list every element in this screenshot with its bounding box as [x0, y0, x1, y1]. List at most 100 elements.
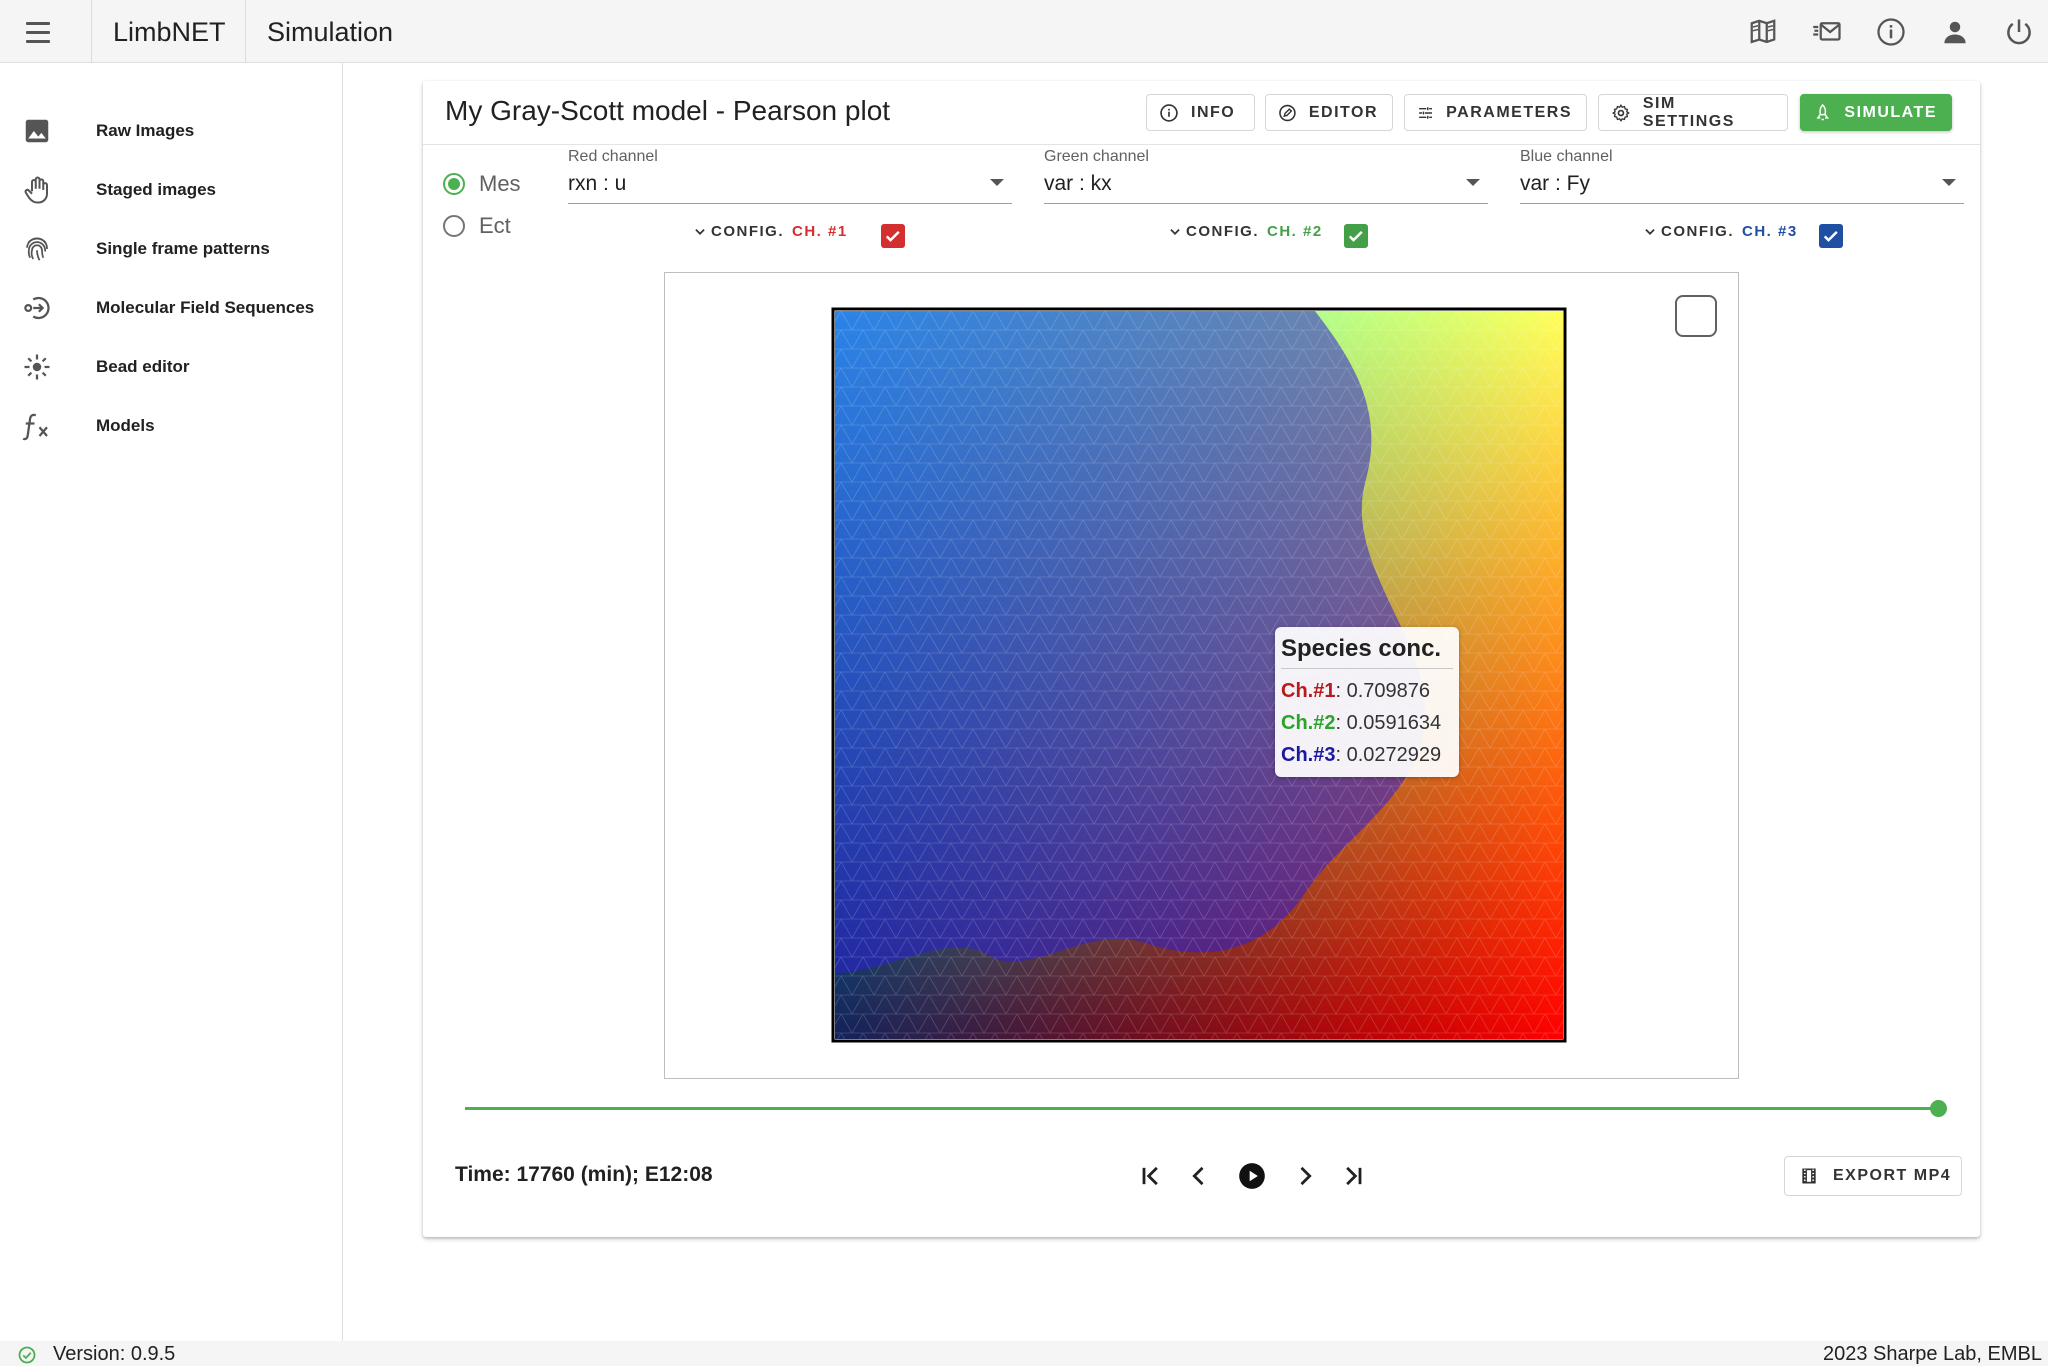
- blue-channel-select[interactable]: Blue channel var : Fy: [1520, 148, 1964, 204]
- select-value: var : Fy: [1520, 172, 1591, 195]
- export-mp4-button[interactable]: EXPORT MP4: [1784, 1156, 1962, 1196]
- chevron-left-icon: [1192, 1166, 1204, 1186]
- tooltip-value: : 0.709876: [1335, 680, 1430, 702]
- ch2-checkbox[interactable]: [1344, 224, 1368, 248]
- select-underline: [1520, 203, 1964, 204]
- export-button-label: EXPORT MP4: [1833, 1167, 1952, 1184]
- info-button[interactable]: INFO: [1146, 94, 1255, 131]
- footer: Version: 0.9.5 2023 Sharpe Lab, EMBL: [0, 1341, 2048, 1366]
- radio-label: Ect: [479, 213, 511, 238]
- channel-number: CH. #1: [792, 223, 848, 240]
- previous-frame-button[interactable]: [1179, 1156, 1219, 1196]
- tissue-radio-mes[interactable]: Mes: [443, 171, 521, 197]
- radio-unchecked-icon: [443, 215, 465, 237]
- rocket-icon: [1816, 103, 1830, 120]
- config-ch3-toggle[interactable]: CONFIG. CH. #3: [1643, 223, 1798, 240]
- time-slider-track[interactable]: [465, 1107, 1936, 1110]
- pearson-plot-frame[interactable]: [664, 272, 1739, 1079]
- tune-icon: [1419, 106, 1433, 119]
- tooltip-value: : 0.0591634: [1335, 712, 1442, 734]
- sidebar-item-label: Molecular Field Sequences: [96, 298, 315, 317]
- sidebar-item-staged-images[interactable]: Staged images: [0, 161, 342, 219]
- menu-icon[interactable]: [14, 10, 62, 54]
- last-frame-button[interactable]: [1333, 1156, 1373, 1196]
- select-label: Blue channel: [1520, 148, 1613, 165]
- sidebar-item-label: Bead editor: [96, 357, 190, 376]
- card-header-divider: [423, 144, 1980, 145]
- tooltip-key: Ch.#3: [1281, 744, 1336, 766]
- play-circle-icon: [1239, 1163, 1265, 1189]
- simulate-button-label: SIMULATE: [1844, 103, 1937, 121]
- sequence-icon: [20, 291, 54, 325]
- play-button[interactable]: [1232, 1156, 1272, 1196]
- check-icon: [885, 230, 900, 242]
- skip-last-icon: [1346, 1166, 1362, 1186]
- sidebar-item-label: Single frame patterns: [96, 239, 270, 258]
- species-conc-tooltip: Species conc. Ch.#1: 0.709876 Ch.#2: 0.0…: [1275, 627, 1459, 777]
- editor-button[interactable]: EDITOR: [1265, 94, 1393, 131]
- config-ch2-toggle[interactable]: CONFIG. CH. #2: [1168, 223, 1323, 240]
- editor-button-label: EDITOR: [1308, 103, 1378, 121]
- check-icon: [1823, 230, 1838, 242]
- mail-icon[interactable]: [1809, 14, 1845, 50]
- ch3-checkbox[interactable]: [1819, 224, 1843, 248]
- ch1-checkbox[interactable]: [881, 224, 905, 248]
- dropdown-arrow-icon: [990, 179, 1004, 186]
- plot-toggle-checkbox[interactable]: [1675, 295, 1717, 337]
- parameters-button-label: PARAMETERS: [1446, 103, 1572, 121]
- sidebar-item-bead-editor[interactable]: Bead editor: [0, 338, 342, 396]
- pearson-plot-canvas[interactable]: [665, 273, 1738, 1078]
- sidebar-item-single-frame-patterns[interactable]: Single frame patterns: [0, 220, 342, 278]
- simulation-card: My Gray-Scott model - Pearson plot INFO …: [423, 81, 1980, 1237]
- sidebar-item-molecular-field-sequences[interactable]: Molecular Field Sequences: [0, 279, 342, 337]
- info-icon[interactable]: [1873, 14, 1909, 50]
- page-title: Simulation: [267, 17, 394, 47]
- function-icon: [20, 409, 54, 443]
- select-label: Green channel: [1044, 148, 1149, 165]
- credit-text: 2023 Sharpe Lab, EMBL: [1822, 1343, 2042, 1365]
- sim-settings-button[interactable]: SIM SETTINGS: [1598, 94, 1788, 131]
- select-value: rxn : u: [568, 172, 627, 195]
- first-frame-button[interactable]: [1131, 1156, 1171, 1196]
- channel-number: CH. #2: [1267, 223, 1323, 240]
- dropdown-arrow-icon: [1466, 179, 1480, 186]
- film-icon: [1802, 1168, 1816, 1184]
- select-value: var : kx: [1044, 172, 1112, 195]
- tooltip-row: Ch.#2: 0.0591634: [1281, 707, 1453, 739]
- card-title: My Gray-Scott model - Pearson plot: [445, 95, 891, 126]
- edit-icon: [1279, 104, 1296, 121]
- sidebar-item-raw-images[interactable]: Raw Images: [0, 102, 342, 160]
- radio-label: Mes: [479, 171, 521, 196]
- tooltip-key: Ch.#1: [1281, 680, 1336, 702]
- green-channel-select[interactable]: Green channel var : kx: [1044, 148, 1488, 204]
- sim-settings-button-label: SIM SETTINGS: [1642, 94, 1735, 130]
- next-frame-button[interactable]: [1285, 1156, 1325, 1196]
- red-channel-select[interactable]: Red channel rxn : u: [568, 148, 1012, 204]
- sidebar-item-models[interactable]: Models: [0, 397, 342, 455]
- gear-icon: [1612, 103, 1630, 122]
- simulate-button[interactable]: SIMULATE: [1800, 94, 1952, 131]
- sidebar-item-label: Staged images: [96, 180, 216, 199]
- sidebar-item-label: Raw Images: [96, 121, 195, 140]
- skip-first-icon: [1142, 1166, 1158, 1186]
- topbar-divider: [245, 0, 246, 63]
- sidebar-nav: Raw Images Staged images Single frame pa…: [0, 63, 343, 1341]
- image-icon: [20, 114, 54, 148]
- select-underline: [1044, 203, 1488, 204]
- config-label: CONFIG.: [1661, 223, 1734, 240]
- tooltip-title: Species conc.: [1281, 635, 1453, 669]
- tooltip-value: : 0.0272929: [1335, 744, 1442, 766]
- tissue-radio-ect[interactable]: Ect: [443, 213, 511, 239]
- book-icon[interactable]: [1745, 14, 1781, 50]
- check-circle-icon: [18, 1346, 36, 1364]
- hand-icon: [20, 173, 54, 207]
- power-icon[interactable]: [2001, 14, 2037, 50]
- account-icon[interactable]: [1937, 14, 1973, 50]
- config-label: CONFIG.: [1186, 223, 1259, 240]
- info-button-label: INFO: [1191, 103, 1236, 121]
- parameters-button[interactable]: PARAMETERS: [1404, 94, 1587, 131]
- time-slider-thumb[interactable]: [1930, 1100, 1947, 1117]
- app-title: LimbNET: [113, 17, 226, 47]
- radio-checked-icon: [443, 173, 465, 195]
- config-ch1-toggle[interactable]: CONFIG. CH. #1: [693, 223, 848, 240]
